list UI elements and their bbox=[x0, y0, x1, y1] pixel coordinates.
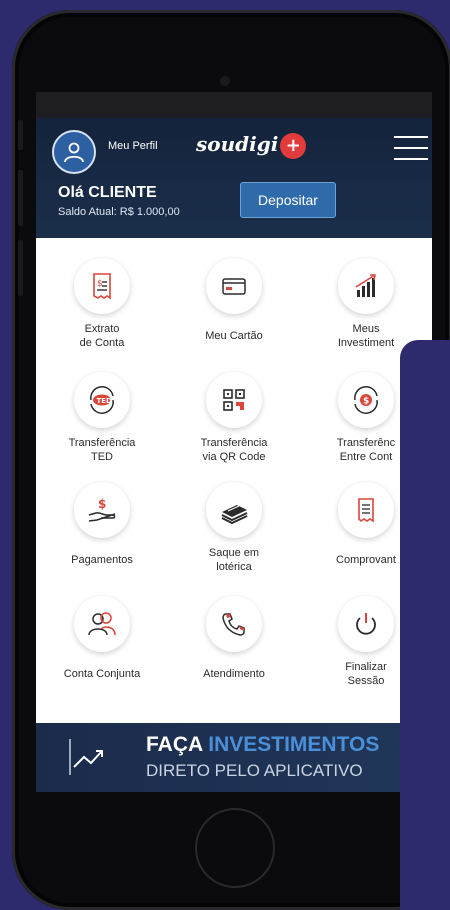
profile-link[interactable]: Meu Perfil bbox=[108, 140, 158, 152]
payments-icon: $ bbox=[74, 482, 130, 538]
menu-item-meu-cartao[interactable]: Meu Cartão bbox=[168, 258, 300, 350]
statement-icon: $ bbox=[74, 258, 130, 314]
chart-up-icon bbox=[66, 737, 112, 777]
investments-icon bbox=[338, 258, 394, 314]
menu-item-label: Extrato de Conta bbox=[79, 323, 125, 349]
menu-item-label: Conta Conjunta bbox=[63, 668, 141, 680]
phone-support-icon bbox=[206, 596, 262, 652]
svg-text:$: $ bbox=[97, 279, 103, 289]
background-overlay-panel bbox=[400, 340, 450, 910]
menu-item-extrato[interactable]: $ Extrato de Conta bbox=[36, 258, 168, 350]
internal-transfer-icon: $ bbox=[338, 372, 394, 428]
menu-item-label: Atendimento bbox=[203, 668, 265, 680]
brand-name: soudigi bbox=[196, 132, 279, 156]
phone-home-button[interactable] bbox=[195, 808, 275, 888]
menu-item-conta-conjunta[interactable]: Conta Conjunta bbox=[36, 596, 168, 688]
ted-transfer-icon: TED bbox=[74, 372, 130, 428]
card-icon bbox=[206, 258, 262, 314]
phone-side-button bbox=[18, 170, 23, 226]
phone-side-button bbox=[18, 120, 23, 150]
app-header: Meu Perfil soudigi + Olá CLIENTE Saldo At… bbox=[36, 118, 432, 238]
app-screen: Meu Perfil soudigi + Olá CLIENTE Saldo At… bbox=[36, 92, 432, 792]
cash-withdrawal-icon bbox=[206, 482, 262, 538]
menu-item-label: Transferência via QR Code bbox=[200, 437, 268, 463]
svg-text:TED: TED bbox=[97, 397, 113, 405]
investments-banner[interactable]: FAÇA INVESTIMENTOS DIRETO PELO APLICATIV… bbox=[36, 723, 432, 792]
svg-text:$: $ bbox=[363, 397, 369, 407]
menu-item-saque-loterica[interactable]: Saque em lotérica bbox=[168, 482, 300, 574]
balance-text: Saldo Atual: R$ 1.000,00 bbox=[58, 206, 180, 218]
user-icon bbox=[64, 142, 84, 163]
phone-camera bbox=[220, 76, 230, 86]
banner-headline-highlight: INVESTIMENTOS bbox=[208, 733, 380, 756]
menu-item-transferencia-ted[interactable]: TED Transferência TED bbox=[36, 372, 168, 464]
greeting-text: Olá CLIENTE bbox=[58, 184, 157, 201]
banner-headline-prefix: FAÇA bbox=[146, 733, 209, 756]
menu-item-label: Saque em lotérica bbox=[208, 547, 260, 573]
receipt-icon bbox=[338, 482, 394, 538]
brand-plus-icon: + bbox=[280, 132, 307, 159]
menu-item-label: Pagamentos bbox=[71, 554, 133, 566]
status-bar bbox=[36, 92, 432, 118]
menu-grid: $ Extrato de Conta Meu Cartão Meus Inves… bbox=[36, 238, 432, 723]
menu-item-label: Transferência TED bbox=[68, 437, 136, 463]
joint-account-icon bbox=[74, 596, 130, 652]
menu-item-label: Meu Cartão bbox=[205, 330, 263, 342]
banner-subline: DIRETO PELO APLICATIVO bbox=[146, 761, 363, 780]
menu-item-atendimento[interactable]: Atendimento bbox=[168, 596, 300, 688]
hamburger-menu-icon[interactable] bbox=[394, 136, 428, 160]
qr-code-icon bbox=[206, 372, 262, 428]
menu-item-investimentos[interactable]: Meus Investiment bbox=[300, 258, 432, 350]
brand-logo: soudigi + bbox=[196, 132, 307, 159]
profile-avatar-button[interactable] bbox=[52, 130, 96, 174]
menu-item-qr-code[interactable]: Transferência via QR Code bbox=[168, 372, 300, 464]
banner-headline: FAÇA INVESTIMENTOS bbox=[146, 733, 379, 757]
phone-side-button bbox=[18, 240, 23, 296]
menu-item-pagamentos[interactable]: $ Pagamentos bbox=[36, 482, 168, 574]
deposit-button[interactable]: Depositar bbox=[240, 182, 336, 218]
svg-text:$: $ bbox=[98, 497, 106, 511]
power-icon bbox=[338, 596, 394, 652]
